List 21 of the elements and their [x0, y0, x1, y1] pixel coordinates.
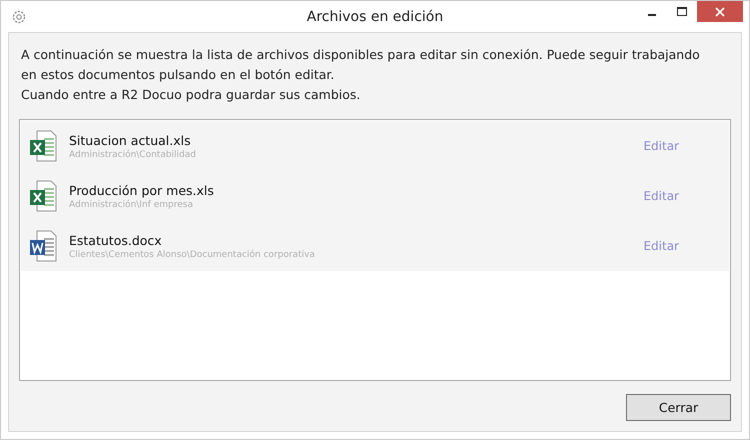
maximize-icon — [677, 6, 687, 16]
close-dialog-button[interactable]: Cerrar — [626, 394, 731, 421]
spreadsheet-file-icon — [29, 130, 59, 162]
file-path: Administración\Contabilidad — [69, 150, 198, 160]
file-row[interactable]: Producción por mes.xls Administración\Inf empresa Editar — [21, 171, 729, 221]
settings-icon[interactable] — [11, 8, 27, 24]
file-row[interactable]: Estatutos.docx Clientes\Cementos Alonso\Documentación corporativa Editar — [21, 221, 729, 271]
file-path: Clientes\Cementos Alonso\Documentación corporativa — [69, 250, 316, 260]
window-title: Archivos en edición — [306, 8, 444, 24]
minimize-icon — [648, 14, 656, 16]
close-button[interactable] — [697, 1, 743, 22]
file-name: Estatutos.docx — [69, 232, 163, 248]
close-icon — [715, 6, 725, 16]
intro-text: A continuación se muestra la lista de archivos disponibles para editar sin conexión. Puede seguir trabajando en estos documentos pulsando en el botón editar. — [21, 46, 701, 84]
file-path: Administración\Inf empresa — [69, 200, 194, 210]
spreadsheet-file-icon — [29, 180, 59, 212]
file-row[interactable]: Situacion actual.xls Administración\Contabilidad Editar — [21, 121, 729, 171]
file-name: Situacion actual.xls — [69, 132, 192, 148]
file-name: Producción por mes.xls — [69, 182, 215, 198]
intro-text: Cuando entre a R2 Docuo podra guardar sus cambios. — [21, 86, 362, 104]
document-file-icon — [29, 230, 59, 262]
